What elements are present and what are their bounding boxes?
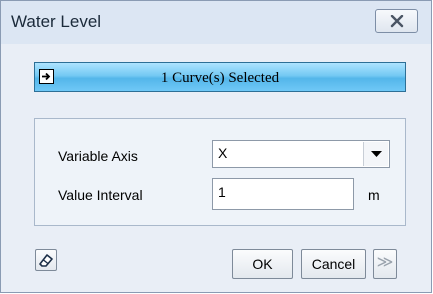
value-interval-label: Value Interval (58, 187, 143, 203)
variable-axis-value: X (218, 145, 228, 161)
value-interval-value: 1 (218, 184, 226, 200)
ok-button[interactable]: OK (232, 249, 293, 279)
clear-button[interactable] (35, 249, 57, 271)
eraser-icon (39, 254, 53, 267)
variable-axis-label: Variable Axis (58, 148, 138, 164)
title-bar[interactable]: Water Level (1, 1, 431, 44)
variable-axis-select[interactable]: X (212, 140, 390, 168)
cancel-button[interactable]: Cancel (301, 249, 366, 279)
chevron-down-icon (371, 151, 382, 157)
curve-selection-label: 1 Curve(s) Selected (160, 70, 280, 86)
curve-selection-button[interactable]: 1 Curve(s) Selected (34, 62, 406, 92)
close-button[interactable] (375, 9, 418, 33)
value-interval-input[interactable]: 1 (212, 178, 354, 210)
dropdown-button[interactable] (363, 142, 388, 166)
value-interval-unit: m (368, 187, 380, 203)
dialog-title: Water Level (11, 12, 102, 31)
close-icon (390, 15, 404, 28)
water-level-dialog: Water Level 1 Curve(s) Selected Variable… (0, 0, 432, 293)
more-options-button[interactable]: ≫ (373, 249, 397, 279)
